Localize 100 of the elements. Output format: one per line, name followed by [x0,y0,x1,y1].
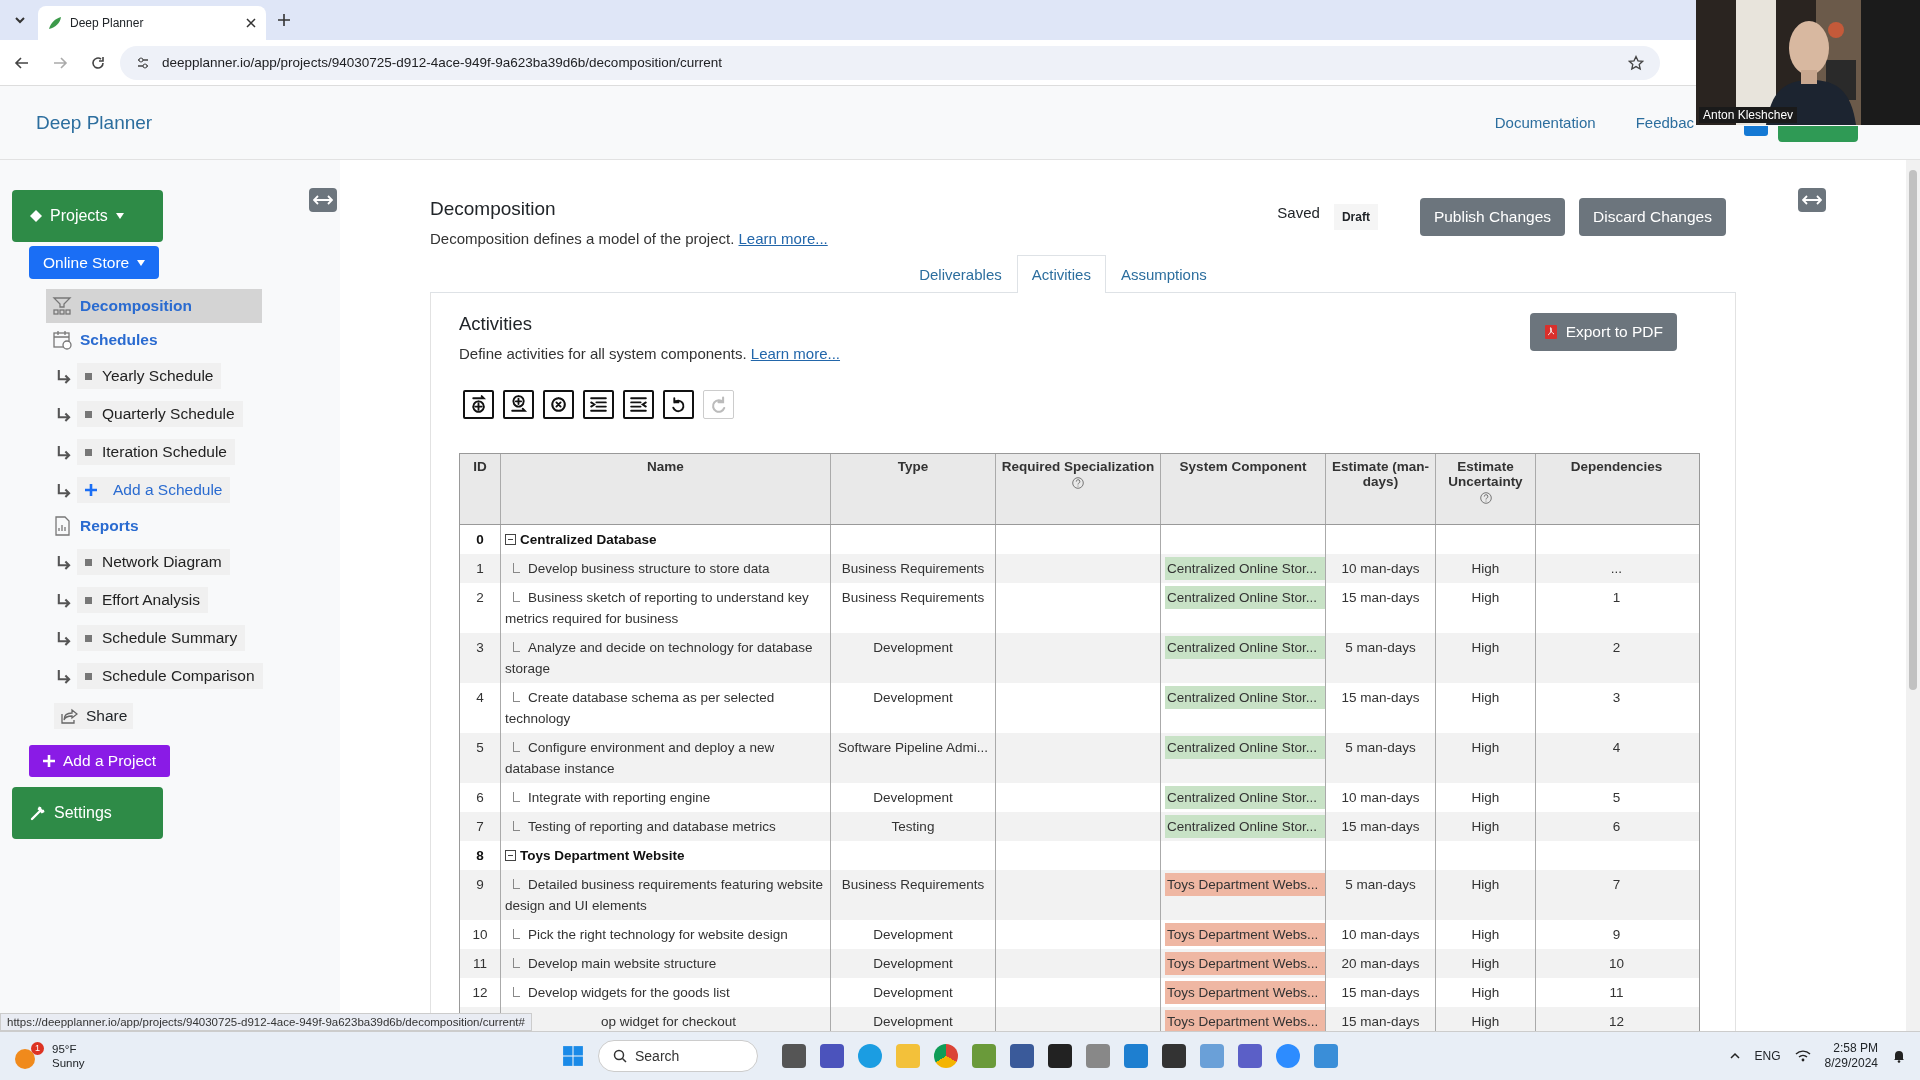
project-button[interactable]: Online Store [29,246,160,279]
id-cell: 12 [472,985,488,1000]
settings-button[interactable]: Settings [12,787,163,839]
activity-name: Develop business structure to store data [505,558,770,579]
tab[interactable]: Deliverables [904,255,1017,293]
video-call-icon[interactable] [1276,1044,1300,1068]
dependencies-cell: 12 [1609,1014,1624,1029]
tab[interactable]: Activities [1016,255,1106,293]
header-link[interactable]: Feedbac [1635,114,1694,131]
sidebar-item[interactable]: Quarterly Schedule [77,401,243,427]
sidebar-item[interactable]: Iteration Schedule [77,439,235,465]
uncertainty-cell: High [1471,877,1500,892]
id-cell: 5 [476,740,484,755]
column-header: Name [647,459,684,474]
diamond-icon [30,210,42,222]
help-icon[interactable] [1479,492,1492,504]
activity-name: Configure environment and deploy a new database instance [505,739,776,778]
sidebar-section[interactable]: Schedules [46,323,262,357]
collapse-button[interactable] [309,188,337,212]
bookmark-star-icon[interactable] [1628,54,1644,71]
component-tag: Centralized Online Stor... [1165,586,1325,609]
component-tag: Toys Department Webs... [1165,923,1325,946]
id-cell: 4 [476,690,484,705]
new-tab-icon[interactable] [276,12,292,28]
bell-icon[interactable] [1892,1049,1906,1063]
tree-branch-icon [513,592,520,602]
browser-icon[interactable] [858,1044,882,1068]
activity-name: Testing of reporting and database metrics [505,816,776,837]
square-bullet-icon [85,672,92,680]
language-indicator[interactable]: ENG [1754,1049,1781,1063]
address-bar[interactable]: deepplanner.io/app/projects/94030725-d912-4ace-949f-9a623ba39d6b/decomposition/current [120,45,1660,80]
app-icon[interactable] [782,1044,806,1068]
corner-arrow-icon [56,406,71,422]
close-icon[interactable] [246,18,256,28]
publish-button[interactable]: Publish Changes [1419,198,1566,236]
pdf-icon [1543,324,1558,340]
activity-name: Create database schema as per selected technology [505,689,776,728]
collapse-button[interactable] [1798,188,1826,212]
app-icon[interactable] [1238,1044,1262,1068]
terminal-icon[interactable] [1048,1044,1072,1068]
uncertainty-cell: High [1471,690,1500,705]
sidebar-item[interactable]: Network Diagram [77,549,230,575]
sidebar-item[interactable]: Yearly Schedule [77,363,222,389]
collapse-icon[interactable] [505,534,516,545]
sidebar-item[interactable]: Add a Schedule [77,477,231,503]
reload-icon[interactable] [90,54,106,71]
tree-branch-icon [513,879,520,889]
sidebar-section[interactable]: Reports [46,509,262,543]
id-cell: 0 [476,532,484,547]
app-icon[interactable] [1162,1044,1186,1068]
undo-button[interactable] [663,390,694,419]
dependencies-cell: 11 [1609,985,1624,1000]
clock[interactable]: 2:58 PM 8/29/2024 [1824,1041,1878,1071]
projects-button[interactable]: Projects [12,190,163,242]
outdent-button[interactable] [623,390,654,419]
component-tag: Toys Department Webs... [1165,952,1325,975]
dependencies-cell: 7 [1612,877,1621,892]
share-icon [60,708,78,724]
double-arrow-icon [1802,195,1822,205]
back-icon[interactable] [14,54,30,71]
caret-icon [137,258,146,267]
share-item[interactable]: Share [54,703,134,729]
sidebar-section[interactable]: Decomposition [46,289,262,323]
start-icon[interactable] [562,1045,584,1067]
wifi-icon[interactable] [1794,1050,1811,1062]
app-title[interactable]: Deep Planner [36,111,153,134]
sidebar-item[interactable]: Schedule Comparison [77,663,263,689]
delete-button[interactable] [543,390,574,419]
forward-icon[interactable] [52,54,68,71]
export-button[interactable]: Export to PDF [1529,313,1677,351]
browser-icon[interactable] [934,1044,958,1068]
app-icon[interactable] [820,1044,844,1068]
learn-more-link[interactable]: Learn more... [750,345,840,362]
corner-arrow-icon [56,630,71,646]
dependencies-cell: 6 [1612,819,1621,834]
sidebar-item[interactable]: Schedule Summary [77,625,246,651]
estimate-cell: 15 man-days [1341,1014,1420,1029]
estimate-cell: 5 man-days [1345,640,1416,655]
tab[interactable]: Assumptions [1105,255,1222,293]
add-next-button[interactable] [463,390,494,419]
weather-text: Sunny [52,1056,85,1070]
app-icon[interactable] [1010,1044,1034,1068]
dependencies-cell: 3 [1612,690,1621,705]
header-link[interactable]: Documentation [1494,114,1596,131]
site-settings-icon[interactable] [136,55,150,70]
learn-more-link[interactable]: Learn more... [738,230,828,247]
discard-button[interactable]: Discard Changes [1579,198,1726,236]
browser-tab[interactable]: Deep Planner [38,6,266,40]
add-project-button[interactable]: Add a Project [29,745,171,777]
scrollbar[interactable] [1906,160,1920,1031]
id-cell: 6 [476,790,484,805]
help-icon[interactable] [1072,477,1084,489]
add-child-button[interactable] [503,390,534,419]
indent-button[interactable] [583,390,614,419]
id-cell: 10 [472,927,488,942]
sidebar-item[interactable]: Effort Analysis [77,587,208,613]
search-field[interactable]: Search [598,1040,758,1072]
weather-icon[interactable] [14,1048,36,1070]
collapse-icon[interactable] [505,850,516,861]
uncertainty-cell: High [1471,561,1500,576]
